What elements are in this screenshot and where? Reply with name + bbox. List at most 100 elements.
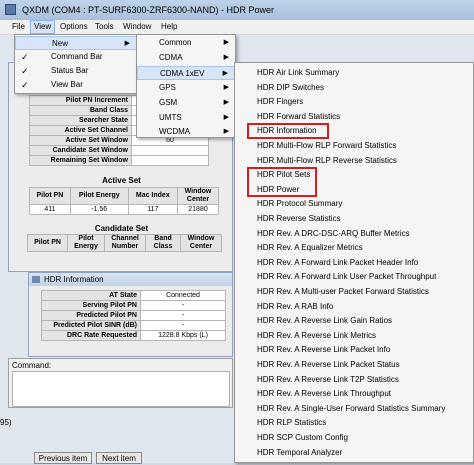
menu-item-label: HDR Forward Statistics xyxy=(257,111,341,121)
view-menu-status-bar[interactable]: ✓ Status Bar xyxy=(15,64,137,78)
new-submenu: Common ▶ CDMA ▶ CDMA 1xEV ▶ GPS ▶ GSM ▶ UMTS ▶… xyxy=(136,34,236,138)
ev-menu-item[interactable]: HDR SCP Custom Config xyxy=(235,431,473,445)
previous-item-button[interactable]: Previous item xyxy=(34,452,92,464)
row-label: Active Set Channel xyxy=(29,125,132,136)
ev-menu-item[interactable]: HDR DIP Switches xyxy=(235,81,473,95)
candidate-set-title: Candidate Set xyxy=(94,224,149,233)
submenu-arrow-icon: ▶ xyxy=(223,99,229,106)
table-row: Remaining Set Window xyxy=(29,155,209,166)
ev-menu-item[interactable]: HDR Rev. A DRC-DSC-ARQ Buffer Metrics xyxy=(235,227,473,241)
column-header: Channel Number xyxy=(104,234,146,252)
row-value xyxy=(131,155,209,166)
table-row: DRC Rate Requested 1228.8 Kbps (L) xyxy=(41,330,226,341)
submenu-gps[interactable]: GPS ▶ xyxy=(137,81,235,95)
ev-menu-item[interactable]: HDR Rev. A Single-User Forward Statistic… xyxy=(235,402,473,416)
ev-menu-item[interactable]: HDR Rev. A Reverse Link Packet Status xyxy=(235,358,473,372)
submenu-cdma-1xev[interactable]: CDMA 1xEV ▶ xyxy=(137,66,235,80)
submenu-arrow-icon: ▶ xyxy=(223,54,229,61)
view-menu-view-bar[interactable]: ✓ View Bar xyxy=(15,78,137,92)
ev-menu-item[interactable]: HDR Rev. A Reverse Link Packet Info xyxy=(235,343,473,357)
ev-menu-item[interactable]: HDR Rev. A Forward Link User Packet Thro… xyxy=(235,270,473,284)
row-label: Candidate Set Window xyxy=(29,145,132,156)
menu-item-label: HDR Rev. A DRC-DSC-ARQ Buffer Metrics xyxy=(257,228,410,238)
cdma-1xev-submenu: HDR Air Link Summary HDR DIP Switches HDR … xyxy=(234,62,474,463)
row-label: Predicted Pilot SINR (dB) xyxy=(41,320,141,331)
view-menu: New ▶ ✓ Command Bar ✓ Status Bar ✓ View … xyxy=(14,34,138,94)
ev-menu-item[interactable]: HDR Reverse Statistics xyxy=(235,212,473,226)
row-value: - xyxy=(140,310,226,321)
command-label: Command: xyxy=(12,361,52,370)
menu-item-label: HDR Rev. A Equalizer Metrics xyxy=(257,243,363,253)
ev-menu-item[interactable]: HDR Rev. A Forward Link Packet Header In… xyxy=(235,256,473,270)
menu-item-label: HDR Temporal Analyzer xyxy=(257,447,343,457)
menu-item-label: View Bar xyxy=(51,80,83,89)
ev-menu-item[interactable]: HDR Rev. A RAB Info xyxy=(235,300,473,314)
column-header: Window Center xyxy=(177,187,219,205)
ev-menu-item[interactable]: HDR Protocol Summary xyxy=(235,197,473,211)
ev-menu-item[interactable]: HDR Air Link Summary xyxy=(235,66,473,80)
column-header: Mac Index xyxy=(127,187,179,205)
ev-menu-item[interactable]: HDR Rev. A Equalizer Metrics xyxy=(235,241,473,255)
ev-menu-item[interactable]: HDR Rev. A Reverse Link Metrics xyxy=(235,329,473,343)
menu-item-label: HDR Rev. A Reverse Link Metrics xyxy=(257,330,376,340)
table-header-row: Pilot PN Pilot Energy Mac Index Window C… xyxy=(29,187,219,205)
menu-item-label: HDR Rev. A Reverse Link T2P Statistics xyxy=(257,374,399,384)
table-header-row: Pilot PN Pilot Energy Channel Number Ban… xyxy=(27,234,222,252)
ev-menu-item[interactable]: HDR Rev. A Reverse Link Throughput xyxy=(235,387,473,401)
ev-menu-item[interactable]: HDR Multi-Flow RLP Reverse Statistics xyxy=(235,154,473,168)
submenu-cdma[interactable]: CDMA ▶ xyxy=(137,51,235,65)
submenu-umts[interactable]: UMTS ▶ xyxy=(137,111,235,125)
submenu-common[interactable]: Common ▶ xyxy=(137,36,235,50)
row-label: AT State xyxy=(41,290,141,301)
menu-window[interactable]: Window xyxy=(120,21,154,33)
submenu-wcdma[interactable]: WCDMA ▶ xyxy=(137,125,235,138)
submenu-arrow-icon: ▶ xyxy=(223,128,229,135)
title-bar: QXDM (COM4 : PT-SURF6300-ZRF6300-NAND) -… xyxy=(0,0,474,20)
submenu-gsm[interactable]: GSM ▶ xyxy=(137,96,235,110)
log-fragment: 95) xyxy=(0,418,12,427)
menu-help[interactable]: Help xyxy=(158,21,180,33)
menu-item-label: HDR Protocol Summary xyxy=(257,199,343,209)
menu-item-label: CDMA 1xEV xyxy=(160,69,205,78)
row-value: Connected xyxy=(140,290,226,301)
command-input[interactable] xyxy=(12,371,230,407)
next-item-button[interactable]: Next item xyxy=(96,452,142,464)
menu-options[interactable]: Options xyxy=(57,21,91,33)
ev-menu-item[interactable]: HDR Rev. A Multi-user Packet Forward Sta… xyxy=(235,285,473,299)
app-icon xyxy=(5,4,16,15)
window-title: QXDM (COM4 : PT-SURF6300-ZRF6300-NAND) -… xyxy=(22,5,275,15)
menu-item-label: HDR Reverse Statistics xyxy=(257,214,341,223)
highlight-box-pilot-sets-power xyxy=(247,167,317,197)
active-set-title: Active Set xyxy=(102,176,141,185)
menu-item-label: HDR Fingers xyxy=(257,97,304,107)
ev-menu-item[interactable]: HDR Rev. A Reverse Link Gain Ratios xyxy=(235,314,473,328)
menu-item-label: HDR Rev. A Multi-user Packet Forward Sta… xyxy=(257,287,429,296)
ev-menu-item[interactable]: HDR Multi-Flow RLP Forward Statistics xyxy=(235,139,473,153)
row-label: Serving Pilot PN xyxy=(41,300,141,311)
hdr-information-title-text: HDR Information xyxy=(44,275,104,284)
menu-item-label: Common xyxy=(159,38,192,47)
menu-item-label: HDR Rev. A Reverse Link Gain Ratios xyxy=(257,316,393,326)
table-row: 411 -1.56 117 21880 xyxy=(29,204,219,215)
column-header: Pilot Energy xyxy=(69,187,129,205)
menu-view[interactable]: View xyxy=(30,20,56,34)
menu-file[interactable]: File xyxy=(9,21,28,33)
table-cell: 117 xyxy=(127,204,179,215)
menu-item-label: Status Bar xyxy=(51,66,89,75)
table-cell: -1.56 xyxy=(69,204,129,215)
submenu-arrow-icon: ▶ xyxy=(124,40,130,47)
ev-menu-item[interactable]: HDR Temporal Analyzer xyxy=(235,446,473,460)
submenu-arrow-icon: ▶ xyxy=(223,84,229,91)
menu-item-label: CDMA xyxy=(159,53,183,62)
ev-menu-item[interactable]: HDR Forward Statistics xyxy=(235,110,473,124)
menu-tools[interactable]: Tools xyxy=(92,21,117,33)
view-menu-command-bar[interactable]: ✓ Command Bar xyxy=(15,50,137,64)
view-menu-new[interactable]: New ▶ xyxy=(15,36,137,50)
row-label: Band Class xyxy=(29,105,132,116)
active-set-table: Pilot PN Pilot Energy Mac Index Window C… xyxy=(29,187,219,215)
ev-menu-item[interactable]: HDR Fingers xyxy=(235,95,473,109)
hdr-information-window[interactable]: HDR Information AT State Connected Servin… xyxy=(28,272,233,357)
table-row: Predicted Pilot SINR (dB) - xyxy=(41,320,226,331)
ev-menu-item[interactable]: HDR RLP Statistics xyxy=(235,416,473,430)
ev-menu-item[interactable]: HDR Rev. A Reverse Link T2P Statistics xyxy=(235,373,473,387)
